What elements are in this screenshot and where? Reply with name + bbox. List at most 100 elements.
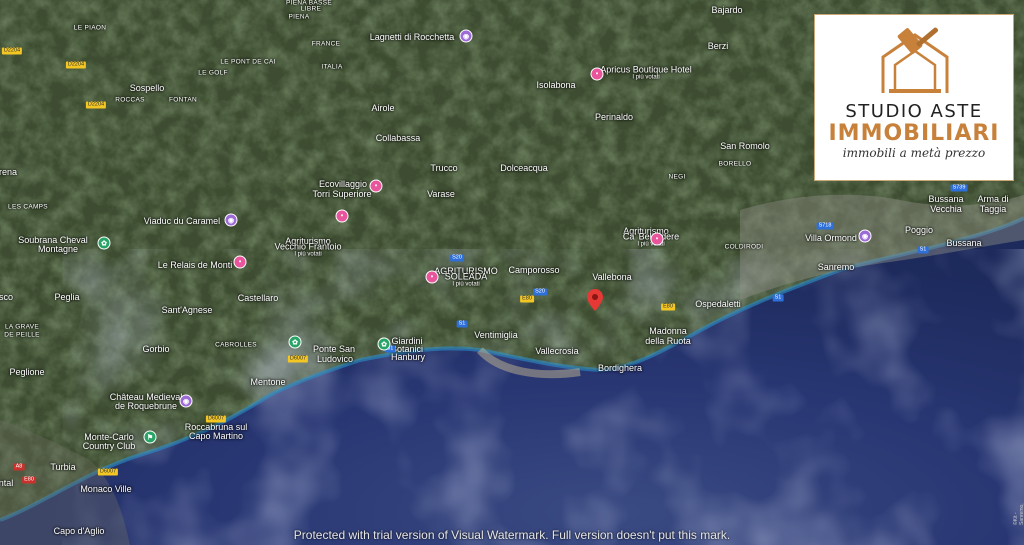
place-label[interactable]: Isolabona [536,80,575,90]
hotel-icon[interactable]: ▪ [335,209,349,223]
place-label[interactable]: Bordighera [598,363,642,373]
place-label[interactable]: della Ruota [645,336,691,346]
place-label[interactable]: LE GOLF [198,70,228,77]
place-label[interactable]: Vecchia [930,204,962,214]
hotel-icon[interactable]: ▪ [425,270,439,284]
hotel-icon[interactable]: ▪ [369,179,383,193]
place-label[interactable]: SOLEADA I più votati [445,272,488,289]
place-name: Monaco Ville [80,484,132,494]
place-label[interactable]: ntal [0,478,13,488]
place-label[interactable]: LES CAMPS [8,204,48,211]
place-label[interactable]: LE PONT DE CAI [220,59,275,66]
camera-icon[interactable]: ◉ [459,29,473,43]
place-label[interactable]: Vallecrosia [535,346,578,356]
road-shield: E80 [22,476,36,484]
place-label[interactable]: Turbia [50,462,75,472]
place-label[interactable]: PIENA [288,14,309,21]
place-label[interactable]: ITALIA [321,64,342,71]
place-label[interactable]: LA GRAVE [5,324,39,331]
road-shield: S20 [533,288,547,296]
place-label[interactable]: Gorbio [142,344,169,354]
place-label[interactable]: Vallebona [592,272,631,282]
place-label[interactable]: Dolceacqua [500,163,548,173]
place-label[interactable]: Capo d'Aglio [54,526,105,536]
place-label[interactable]: Ponte San [313,344,355,354]
camera-icon[interactable]: ◉ [179,394,193,408]
place-label[interactable]: Sospello [130,83,165,93]
hotel-icon[interactable]: ▪ [233,255,247,269]
place-label[interactable]: Mentone [250,377,285,387]
place-label[interactable]: Peglione [9,367,44,377]
place-label[interactable]: Ludovico [317,354,353,364]
place-label[interactable]: FRANCE [312,41,341,48]
place-label[interactable]: Country Club [83,441,136,451]
place-label[interactable]: Poggio [905,225,933,235]
place-label[interactable]: rena [0,167,17,177]
park-icon[interactable]: ✿ [377,337,391,351]
place-name: Perinaldo [594,112,634,122]
place-name: Collabassa [375,133,421,143]
place-label[interactable]: Torri Superiore [312,189,371,199]
place-label[interactable]: Bussana [946,238,981,248]
place-label[interactable]: Arma di [977,194,1008,204]
place-name: Isolabona [536,80,576,90]
place-label[interactable]: Ecovillaggio [319,179,367,189]
place-label[interactable]: sco [0,292,13,302]
place-label[interactable]: Varase [427,189,455,199]
place-label[interactable]: Taggia [980,204,1007,214]
map-view[interactable]: Bajardo Berzi Lagnetti di Rocchetta Apricus… [0,0,1024,545]
place-label[interactable]: DE PEILLE [4,332,40,339]
place-label[interactable]: ROCCAS [115,97,145,104]
place-label[interactable]: Peglia [54,292,79,302]
place-label[interactable]: Viaduc du Caramel [144,216,220,226]
place-label[interactable]: Villa Ormond [805,233,857,243]
park-icon[interactable]: ✿ [288,335,302,349]
place-label[interactable]: Bussana [928,194,963,204]
road-shield: D6007 [205,415,227,423]
place-label[interactable]: Monaco Ville [80,484,131,494]
place-label[interactable]: Ventimiglia [474,330,518,340]
hotel-icon[interactable]: ▪ [590,67,604,81]
place-label[interactable]: Montagne [38,244,78,254]
place-label[interactable]: Madonna [649,326,687,336]
place-label[interactable]: Sanremo [818,262,855,272]
place-label[interactable]: de Roquebrune [115,401,177,411]
place-name: Peglione [9,367,45,377]
place-name: Hanbury [390,352,426,362]
place-label[interactable]: Hanbury [391,352,425,362]
place-label[interactable]: Camporosso [508,265,559,275]
road-shield: S718 [816,222,834,230]
place-label[interactable]: Castellaro [238,293,279,303]
place-label[interactable]: Capo Martino [189,431,243,441]
place-label[interactable]: FONTAN [169,97,197,104]
place-label[interactable]: Ospedaletti [695,299,741,309]
place-label[interactable]: COLDIRODI [725,244,764,251]
gavel-house-icon [881,27,949,93]
place-label[interactable]: LIBRE [301,6,321,13]
place-label[interactable]: Bajardo [711,5,742,15]
place-rating-note: I più votati [632,74,660,81]
place-label[interactable]: Collabassa [376,133,421,143]
place-name: ITALIA [321,63,343,71]
place-label[interactable]: Le Relais de Monti [158,260,233,270]
place-label[interactable]: Lagnetti di Rocchetta [370,32,455,42]
place-label[interactable]: BORELLO [719,161,752,168]
location-pin-icon[interactable] [587,289,603,316]
place-label[interactable]: CABROLLES [215,342,257,349]
place-label[interactable]: LE PIAON [74,25,106,32]
place-name: Capo Martino [188,431,244,441]
place-label[interactable]: Airole [371,103,394,113]
place-label[interactable]: NEGI [668,174,685,181]
place-label[interactable]: Sant'Agnese [162,305,213,315]
place-label[interactable]: San Romolo [720,141,770,151]
place-label[interactable]: Trucco [430,163,457,173]
place-label[interactable]: Berzi [708,41,729,51]
place-label[interactable]: Perinaldo [595,112,633,122]
place-label[interactable]: Vecchio Frantoio I più votati [274,242,341,259]
place-label[interactable]: Apricus Boutique Hotel I più votati [600,65,692,82]
park-icon[interactable]: ✿ [97,236,111,250]
camera-icon[interactable]: ◉ [858,229,872,243]
hotel-icon[interactable]: ▪ [650,232,664,246]
golf-icon[interactable]: ⚑ [143,430,157,444]
camera-icon[interactable]: ◉ [224,213,238,227]
